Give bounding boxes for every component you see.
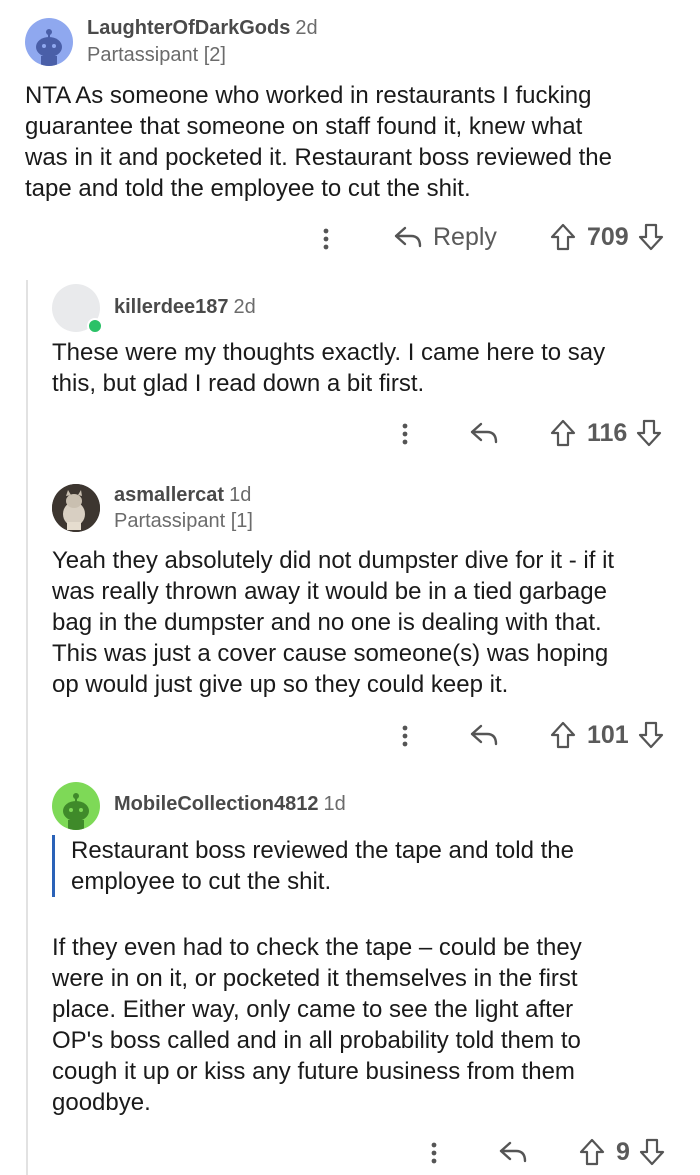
comment-body: NTA As someone who worked in restaurants…	[25, 82, 612, 202]
reply-button[interactable]	[469, 722, 499, 750]
snoo-avatar-icon[interactable]	[52, 782, 100, 830]
comment-age: 2d	[233, 296, 256, 318]
downvote-arrow-icon[interactable]	[637, 720, 665, 750]
comment-age: 2d	[295, 17, 318, 39]
thread-line[interactable]	[26, 280, 28, 1175]
block-quote: Restaurant boss reviewed the tape and to…	[52, 835, 574, 897]
reply-label: Reply	[433, 223, 497, 251]
comment-age: 1d	[229, 484, 252, 506]
vote-bar: 709	[549, 222, 665, 252]
vote-bar: 9	[578, 1137, 666, 1167]
reply-button[interactable]: Reply	[393, 223, 497, 252]
upvote-arrow-icon[interactable]	[549, 418, 577, 448]
more-options-icon[interactable]	[397, 421, 413, 447]
vote-bar: 101	[549, 720, 665, 750]
username[interactable]: MobileCollection4812 1d	[114, 793, 346, 816]
downvote-arrow-icon[interactable]	[635, 418, 663, 448]
upvote-arrow-icon[interactable]	[549, 720, 577, 750]
comment-body: These were my thoughts exactly. I came h…	[52, 339, 606, 397]
reply-arrow-icon	[470, 422, 498, 444]
vote-count: 709	[587, 222, 629, 251]
reply-button[interactable]	[469, 420, 499, 448]
snoo-avatar-icon[interactable]	[25, 18, 73, 66]
user-flair: Partassipant [2]	[87, 44, 226, 66]
username[interactable]: asmallercat 1d	[114, 484, 251, 507]
reply-arrow-icon	[499, 1141, 527, 1163]
upvote-arrow-icon[interactable]	[578, 1137, 606, 1167]
username[interactable]: killerdee187 2d	[114, 296, 256, 319]
username[interactable]: LaughterOfDarkGods 2d	[87, 17, 318, 40]
reply-arrow-icon	[470, 724, 498, 746]
downvote-arrow-icon[interactable]	[637, 222, 665, 252]
downvote-arrow-icon[interactable]	[638, 1137, 666, 1167]
more-options-icon[interactable]	[318, 226, 334, 252]
more-options-icon[interactable]	[397, 723, 413, 749]
comment-body: Yeah they absolutely did not dumpster di…	[52, 547, 615, 698]
vote-count: 116	[587, 418, 628, 447]
comment-body: If they even had to check the tape – cou…	[52, 934, 582, 1116]
vote-count: 101	[587, 720, 629, 749]
reply-arrow-icon	[394, 226, 422, 247]
avatar[interactable]	[52, 484, 100, 532]
online-status-indicator	[87, 318, 103, 334]
comment-age: 1d	[323, 793, 346, 815]
vote-bar: 116	[549, 418, 663, 448]
vote-count: 9	[616, 1137, 630, 1166]
more-options-icon[interactable]	[426, 1140, 442, 1166]
user-flair: Partassipant [1]	[114, 510, 253, 532]
reply-button[interactable]	[498, 1139, 528, 1167]
upvote-arrow-icon[interactable]	[549, 222, 577, 252]
